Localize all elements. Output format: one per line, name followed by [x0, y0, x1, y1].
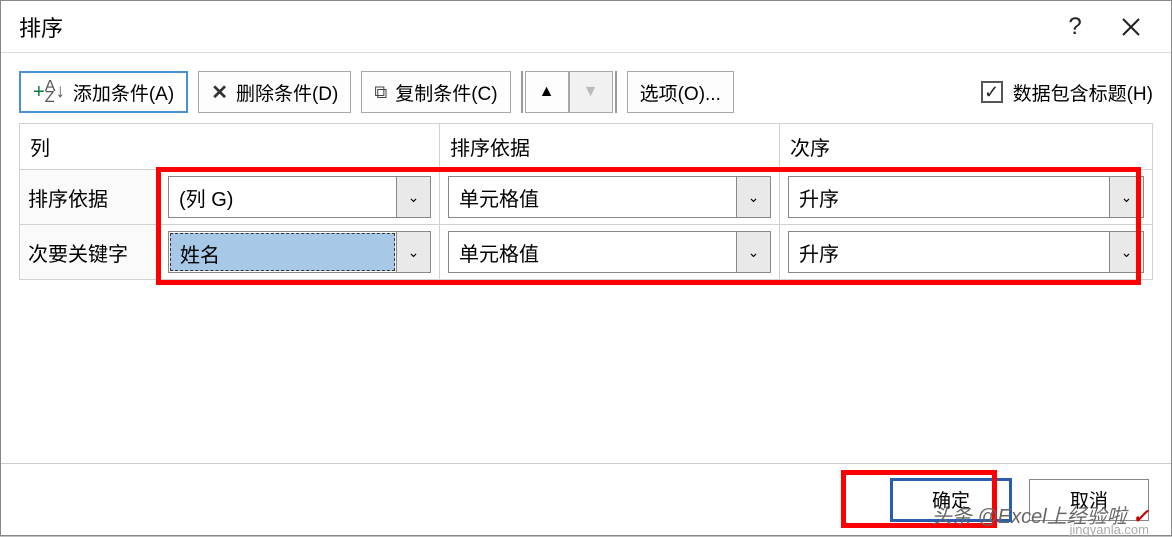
dialog-title: 排序	[19, 11, 1047, 43]
del-label: 删除条件(D)	[236, 79, 338, 106]
copy-condition-button[interactable]: ⧉ 复制条件(C)	[361, 71, 510, 113]
basis-dropdown[interactable]: 单元格值 ⌄	[448, 176, 771, 218]
chevron-down-icon: ⌄	[736, 232, 770, 272]
chevron-down-icon: ⌄	[1109, 177, 1143, 217]
add-condition-button[interactable]: +AZ↓ 添加条件(A)	[19, 71, 188, 113]
move-up-button[interactable]: ▲	[525, 71, 569, 113]
ok-label: 确定	[932, 486, 970, 513]
close-icon	[1121, 17, 1141, 37]
headers-checkbox[interactable]: ✓	[981, 81, 1003, 103]
sort-grid-area: 列 排序依据 次序 排序依据 (列 G) ⌄ 单	[1, 123, 1171, 463]
options-button[interactable]: 选项(O)...	[627, 71, 734, 113]
header-order: 次序	[780, 124, 1153, 170]
order-value: 升序	[789, 177, 1109, 217]
titlebar: 排序 ?	[1, 1, 1171, 53]
options-label: 选项(O)...	[640, 79, 721, 106]
header-col: 列	[20, 124, 440, 170]
move-buttons-group: ▲ ▼	[521, 71, 617, 113]
footer: 确定 取消	[1, 463, 1171, 535]
header-basis: 排序依据	[440, 124, 780, 170]
add-sort-icon: +AZ↓	[33, 81, 65, 104]
chevron-down-icon: ⌄	[396, 177, 430, 217]
column-value: (列 G)	[169, 177, 396, 217]
ok-button[interactable]: 确定	[891, 479, 1011, 521]
header-row: 列 排序依据 次序	[20, 124, 1153, 170]
column-dropdown[interactable]: 姓名 ⌄	[168, 231, 431, 273]
column-value: 姓名	[170, 233, 395, 271]
basis-dropdown[interactable]: 单元格值 ⌄	[448, 231, 771, 273]
order-dropdown[interactable]: 升序 ⌄	[788, 176, 1144, 218]
delete-icon: ✕	[211, 80, 228, 105]
sort-dialog: 排序 ? +AZ↓ 添加条件(A) ✕ 删除条件(D) ⧉ 复制条件(C) ▲ …	[0, 0, 1172, 536]
down-triangle-icon: ▼	[583, 83, 599, 101]
delete-condition-button[interactable]: ✕ 删除条件(D)	[198, 71, 351, 113]
cancel-button[interactable]: 取消	[1029, 479, 1149, 521]
basis-value: 单元格值	[449, 232, 736, 272]
cancel-label: 取消	[1070, 486, 1108, 513]
up-triangle-icon: ▲	[539, 83, 555, 101]
column-dropdown[interactable]: (列 G) ⌄	[168, 176, 431, 218]
row-label-secondary: 次要关键字	[20, 225, 160, 280]
sort-row: 排序依据 (列 G) ⌄ 单元格值 ⌄	[20, 170, 1153, 225]
toolbar: +AZ↓ 添加条件(A) ✕ 删除条件(D) ⧉ 复制条件(C) ▲ ▼ 选项(…	[1, 53, 1171, 123]
copy-label: 复制条件(C)	[395, 79, 497, 106]
close-button[interactable]	[1103, 1, 1159, 53]
headers-checkbox-label: 数据包含标题(H)	[1013, 79, 1153, 106]
help-button[interactable]: ?	[1047, 1, 1103, 53]
row-label-primary: 排序依据	[20, 170, 160, 225]
chevron-down-icon: ⌄	[396, 232, 430, 272]
basis-value: 单元格值	[449, 177, 736, 217]
chevron-down-icon: ⌄	[736, 177, 770, 217]
move-down-button[interactable]: ▼	[569, 71, 613, 113]
check-icon: ✓	[984, 83, 999, 101]
chevron-down-icon: ⌄	[1109, 232, 1143, 272]
add-label: 添加条件(A)	[73, 79, 174, 106]
order-value: 升序	[789, 232, 1109, 272]
order-dropdown[interactable]: 升序 ⌄	[788, 231, 1144, 273]
sort-grid: 列 排序依据 次序 排序依据 (列 G) ⌄ 单	[19, 123, 1153, 280]
sort-row: 次要关键字 姓名 ⌄ 单元格值 ⌄	[20, 225, 1153, 280]
headers-checkbox-wrap[interactable]: ✓ 数据包含标题(H)	[981, 79, 1153, 106]
copy-icon: ⧉	[374, 82, 387, 103]
